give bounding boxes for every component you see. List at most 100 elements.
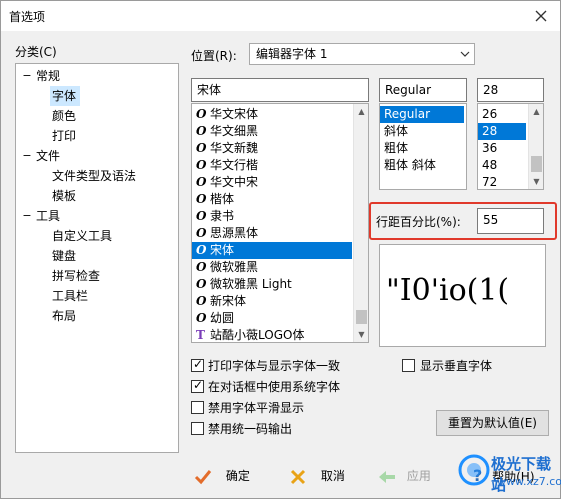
scroll-up-icon[interactable]: ▲	[529, 104, 544, 119]
opentype-font-icon: O	[196, 311, 207, 325]
size-list-item[interactable]: 72	[478, 174, 526, 191]
style-list-item[interactable]: Regular	[380, 106, 464, 123]
tree-item[interactable]: 工具栏	[50, 286, 92, 306]
font-list-item[interactable]: O 微软雅黑 Light	[192, 276, 352, 293]
tree-item[interactable]: 布局	[50, 306, 80, 326]
option-checkbox[interactable]	[191, 401, 204, 414]
font-list-item-label: 站酷小薇LOGO体	[210, 328, 305, 342]
opentype-font-icon: O	[196, 226, 207, 240]
cancel-button[interactable]: 取消	[289, 461, 345, 491]
watermark-brand: 极光下载站	[491, 455, 552, 494]
scroll-thumb[interactable]	[356, 310, 367, 324]
close-icon[interactable]	[530, 5, 552, 27]
font-list-item[interactable]: O 楷体	[192, 191, 352, 208]
font-size-list[interactable]: 26 28 36 48 72 ▲ ▼	[477, 103, 544, 190]
size-list-item[interactable]: 36	[478, 140, 526, 157]
font-list-scrollbar[interactable]: ▲ ▼	[353, 104, 368, 342]
style-list-item[interactable]: 粗体 斜体	[380, 157, 464, 174]
category-tree[interactable]: − 常规 字体 颜色 打印 − 文件 文件类型及语法 模板 − 工具 自定义工具 键盘 拼写检查 工具栏 布局	[15, 63, 179, 453]
font-size-value: 28	[483, 83, 499, 97]
tree-item[interactable]: 键盘	[50, 246, 80, 266]
font-style-value: Regular	[385, 83, 432, 97]
tree-item-label: 打印	[52, 129, 77, 143]
font-list-item[interactable]: O 宋体	[192, 242, 352, 259]
tree-item[interactable]: 自定义工具	[50, 226, 116, 246]
position-label: 位置(R):	[191, 49, 237, 63]
ok-label: 确定	[225, 469, 250, 483]
style-list-item[interactable]: 斜体	[380, 123, 464, 140]
size-list-item[interactable]: 48	[478, 157, 526, 174]
option-label: 在对话框中使用系统字体	[208, 380, 341, 394]
font-list-item-label: 新宋体	[210, 294, 247, 308]
font-list-item[interactable]: O 华文行楷	[192, 157, 352, 174]
font-list-item[interactable]: O 华文宋体	[192, 106, 352, 123]
font-list-item[interactable]: O 华文中宋	[192, 174, 352, 191]
apply-label: 应用	[406, 469, 431, 483]
ok-button[interactable]: 确定	[194, 461, 250, 491]
option-checkbox[interactable]: ✓	[191, 378, 204, 393]
font-list-item[interactable]: O 思源黑体	[192, 225, 352, 242]
apply-button[interactable]: 应用	[377, 461, 431, 491]
font-style-list[interactable]: Regular 斜体 粗体 粗体 斜体	[379, 103, 467, 190]
tree-item[interactable]: 打印	[50, 126, 80, 146]
tree-item[interactable]: 颜色	[50, 106, 80, 126]
size-list-scrollbar[interactable]: ▲ ▼	[528, 104, 543, 189]
size-list-item[interactable]: 28	[478, 123, 526, 140]
tree-item[interactable]: 拼写检查	[50, 266, 104, 286]
font-list-item[interactable]: O 华文新魏	[192, 140, 352, 157]
tree-item[interactable]: 常规	[34, 66, 64, 86]
tree-item[interactable]: 工具	[34, 206, 64, 226]
font-list-item[interactable]: O 华文细黑	[192, 123, 352, 140]
scroll-thumb[interactable]	[531, 156, 542, 172]
font-list[interactable]: O 华文宋体 O 华文细黑 O 华文新魏 O 华文行楷 O 华文中宋 O 楷体 O 隶书 O 思源黑体 O 宋体 O…	[191, 103, 369, 343]
tree-item-label: 模板	[52, 189, 77, 203]
tree-item-label: 文件	[36, 149, 61, 163]
style-list-item[interactable]: 粗体	[380, 140, 464, 157]
scroll-down-icon[interactable]: ▼	[529, 174, 544, 189]
reset-defaults-button[interactable]: 重置为默认值(E)	[436, 410, 549, 436]
option-label: 禁用字体平滑显示	[208, 401, 305, 415]
cancel-x-icon	[290, 469, 306, 484]
tree-item-label: 文件类型及语法	[52, 169, 137, 183]
tree-item[interactable]: 模板	[50, 186, 80, 206]
tree-item[interactable]: 文件	[34, 146, 64, 166]
font-preview: "I0'io(1(	[379, 244, 546, 347]
tree-item[interactable]: 字体	[50, 86, 81, 106]
scroll-up-icon[interactable]: ▲	[354, 104, 368, 119]
collapse-icon[interactable]: −	[22, 150, 32, 161]
arrow-left-icon	[379, 470, 395, 483]
option-checkbox[interactable]	[191, 422, 204, 435]
font-list-item-label: 微软雅黑	[210, 260, 259, 274]
option-checkbox[interactable]: ✓	[191, 357, 204, 372]
font-list-item[interactable]: T 站酷小薇LOGO体	[192, 327, 352, 342]
opentype-font-icon: O	[196, 158, 207, 172]
font-name-input[interactable]: 宋体	[191, 78, 369, 102]
font-list-item-label: 宋体	[210, 243, 235, 257]
tree-item[interactable]: 文件类型及语法	[50, 166, 140, 186]
category-heading: 分类(C)	[15, 45, 57, 59]
tree-item-label: 拼写检查	[52, 269, 101, 283]
font-list-item-label: 楷体	[210, 192, 235, 206]
font-list-item[interactable]: O 隶书	[192, 208, 352, 225]
size-list-item[interactable]: 26	[478, 106, 526, 123]
position-select[interactable]: 编辑器字体 1	[249, 43, 475, 65]
highlight-box	[369, 202, 557, 240]
font-list-item[interactable]: O 幼圆	[192, 310, 352, 327]
option-label: 禁用统一码输出	[208, 422, 293, 436]
font-style-input[interactable]: Regular	[379, 78, 467, 102]
tree-item-label: 颜色	[52, 109, 77, 123]
checkmark-icon: ✓	[193, 378, 204, 392]
collapse-icon[interactable]: −	[22, 70, 32, 81]
scroll-down-icon[interactable]: ▼	[354, 327, 368, 342]
opentype-font-icon: O	[196, 243, 207, 257]
collapse-icon[interactable]: −	[22, 210, 32, 221]
font-list-item[interactable]: O 微软雅黑	[192, 259, 352, 276]
font-list-item[interactable]: O 新宋体	[192, 293, 352, 310]
tree-item-label: 字体	[52, 89, 77, 103]
opentype-font-icon: O	[196, 209, 207, 223]
vertical-font-checkbox[interactable]	[402, 359, 415, 372]
font-list-item-label: 华文中宋	[210, 175, 259, 189]
position-select-value: 编辑器字体 1	[256, 47, 328, 61]
tree-item-label: 工具	[36, 209, 61, 223]
font-size-input[interactable]: 28	[477, 78, 544, 102]
